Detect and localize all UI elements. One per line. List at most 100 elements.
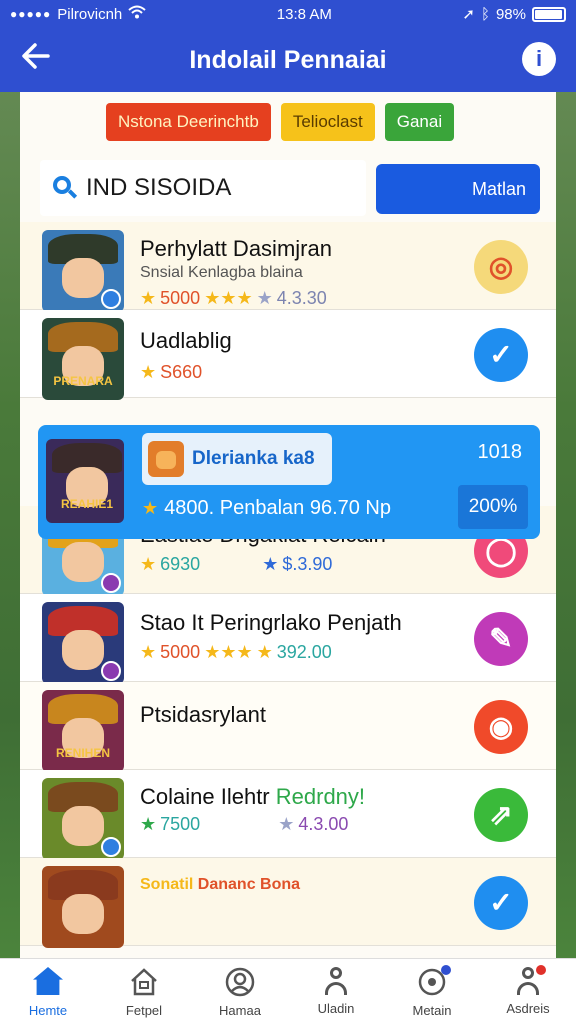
search-input[interactable] <box>86 174 346 202</box>
star-icon: ★ <box>142 498 159 518</box>
nav-label: Asdreis <box>506 1001 550 1016</box>
house-icon <box>129 967 159 997</box>
item-title: Colaine Ilehtr Redrdny! <box>140 784 365 810</box>
chip-0[interactable]: Nstona Deerinchtb <box>106 103 271 141</box>
highlight-meta-text: 4800. Penbalan 96.70 Np <box>164 497 391 519</box>
nav-label: Fetpel <box>125 1003 163 1018</box>
edit-icon[interactable]: ✎ <box>474 612 528 666</box>
item-meta-right: 4.3.30 <box>276 288 327 308</box>
check-icon[interactable]: ✓ <box>474 876 528 930</box>
chip-1[interactable]: Telioclast <box>280 103 375 141</box>
item-meta-right: $.3.90 <box>282 554 333 574</box>
item-title: Ptsidasrylant <box>140 702 266 727</box>
highlighted-item[interactable]: REAHIE1 Dlerianka ka8 1018 ★ 4800. Penba… <box>38 425 540 539</box>
search-box[interactable] <box>40 160 366 216</box>
badge-dot <box>441 965 451 975</box>
check-icon[interactable]: ✓ <box>474 328 528 382</box>
item-title: Sonatil Dananc Bona <box>140 876 300 894</box>
highlight-tag: Dlerianka ka8 <box>142 433 332 485</box>
user-alert-icon <box>514 965 546 995</box>
profile-circle-icon <box>225 967 255 997</box>
item-title-main: Colaine Ilehtr <box>140 784 270 809</box>
star-icon: ★ <box>262 554 279 574</box>
star-icon: ★ <box>256 288 273 308</box>
home-icon <box>33 967 63 997</box>
nav-item-home[interactable]: Hemte <box>0 959 96 1024</box>
highlight-count: 1018 <box>477 441 523 463</box>
highlight-meta: ★ 4800. Penbalan 96.70 Np <box>142 497 391 520</box>
highlight-percent[interactable]: 200% <box>458 485 528 529</box>
avatar <box>42 230 124 312</box>
carrier-label: Pilrovicnh <box>57 5 123 23</box>
location-icon: ➚ <box>462 6 475 23</box>
battery-percent: 98% <box>495 5 526 23</box>
item-title-main: Sonatil <box>140 876 194 893</box>
nav-label: Hemte <box>28 1003 68 1018</box>
star-icon: ★ <box>140 554 157 574</box>
star-icon: ★★★ <box>204 642 253 662</box>
list-item[interactable]: Staо It Peringrlako Penjath ★ 5000 ★★★ ★… <box>20 594 556 684</box>
clock: 13:8 AM <box>276 5 332 23</box>
list-item[interactable]: Colaine Ilehtr Redrdny! ★ 7500 ★ 4.3.00 … <box>20 770 556 860</box>
app-header: Indolail Pennaiai i <box>0 28 576 92</box>
item-meta: ★ 5000 ★★★ ★ 392.00 <box>140 642 332 663</box>
nav-item-metain[interactable]: Metain <box>384 959 480 1024</box>
item-meta-right: 4.3.00 <box>298 814 349 834</box>
avatar: RENIHEN <box>42 690 124 772</box>
badge-dot <box>536 965 546 975</box>
avatar-label: PRENARA <box>53 374 113 388</box>
item-meta: ★ 5000 ★★★ ★ 4.3.30 <box>140 288 327 309</box>
battery-icon <box>531 6 566 22</box>
star-icon: ★ <box>140 288 157 308</box>
item-title-accent: Dananc Bona <box>197 876 301 893</box>
person-icon <box>322 967 350 995</box>
list-item[interactable]: Perhylatt Dasimjran Snsial Kenlagba blai… <box>20 222 556 312</box>
nav-label: Uladin <box>317 1001 355 1016</box>
list-item[interactable]: RENIHEN Ptsidasrylant ◉ <box>20 682 556 772</box>
nav-item-asdreis[interactable]: Asdreis <box>480 959 576 1024</box>
avatar <box>42 866 124 948</box>
item-title: Uadlablig <box>140 328 232 353</box>
item-meta: ★ S660 <box>140 362 202 383</box>
share-icon[interactable]: ⇗ <box>474 788 528 842</box>
camera-icon[interactable]: ◉ <box>474 700 528 754</box>
item-meta: ★ 6930 ★ $.3.90 <box>140 554 332 575</box>
main-panel: Nstona Deerinchtb Telioclast Ganai Matla… <box>20 92 556 958</box>
item-meta-left: 7500 <box>160 814 201 834</box>
item-meta-left: 6930 <box>160 554 201 574</box>
star-icon: ★ <box>140 362 157 382</box>
star-icon: ★ <box>278 814 295 834</box>
back-arrow-icon[interactable] <box>20 40 60 80</box>
list-item[interactable]: Sonatil Dananc Bona ✓ <box>20 858 556 948</box>
star-icon: ★ <box>140 642 157 662</box>
notification-icon <box>417 965 451 997</box>
search-icon <box>52 175 78 201</box>
item-meta: ★ 7500 ★ 4.3.00 <box>140 814 348 835</box>
avatar-label: RENIHEN <box>55 746 110 760</box>
avatar: REAHIE1 <box>46 439 124 523</box>
wifi-icon <box>128 5 146 23</box>
avatar <box>42 778 124 860</box>
item-title: Staо It Peringrlako Penjath <box>140 610 402 635</box>
item-meta-left: 5000 <box>160 642 201 662</box>
chip-2[interactable]: Ganai <box>384 103 455 141</box>
star-icon: ★ <box>140 814 157 834</box>
search-row: Matlan <box>38 160 540 216</box>
nav-item-fetpel[interactable]: Fetpel <box>96 959 192 1024</box>
nav-label: Hamaa <box>219 1003 261 1018</box>
star-icon: ★ <box>256 642 273 662</box>
item-title: Perhylatt Dasimjran <box>140 236 332 261</box>
nav-label: Metain <box>412 1003 452 1018</box>
item-list: Perhylatt Dasimjran Snsial Kenlagba blai… <box>20 222 556 948</box>
item-meta-left: 5000 <box>160 288 201 308</box>
nav-item-hamaa[interactable]: Hamaa <box>192 959 288 1024</box>
info-icon[interactable]: i <box>522 42 556 76</box>
search-button[interactable]: Matlan <box>376 164 540 214</box>
nav-item-uladin[interactable]: Uladin <box>288 959 384 1024</box>
avatar: PRENARA <box>42 318 124 400</box>
item-meta-left: S660 <box>160 362 203 382</box>
item-meta-right: 392.00 <box>276 642 332 662</box>
target-icon[interactable]: ◎ <box>474 240 528 294</box>
bottom-nav: Hemte Fetpel Hamaa Uladin Metain Asdreis <box>0 958 576 1024</box>
list-item[interactable]: PRENARA Uadlablig ★ S660 ✓ <box>20 310 556 400</box>
